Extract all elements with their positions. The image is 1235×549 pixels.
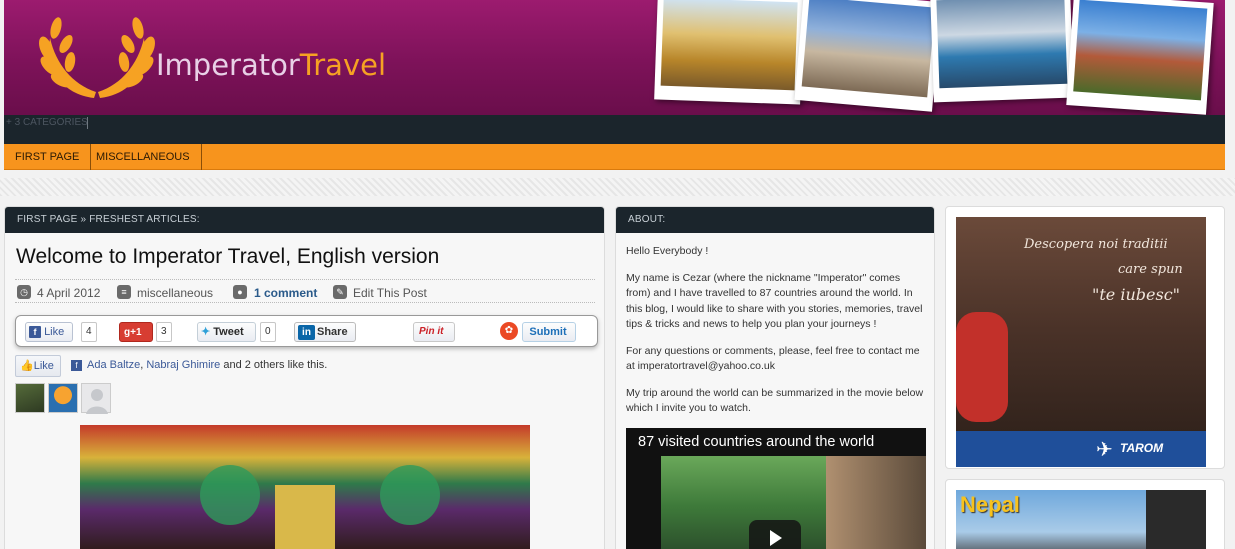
play-button[interactable] xyxy=(749,520,801,549)
tarom-ad-tagline-2: care spun xyxy=(1118,262,1183,277)
site-logo[interactable]: ImperatorTravel xyxy=(32,14,452,104)
post-title[interactable]: Welcome to Imperator Travel, English ver… xyxy=(16,245,439,269)
facebook-small-icon: f xyxy=(71,360,82,371)
post-comments-link[interactable]: 1 comment xyxy=(254,286,317,300)
liker-link-ada[interactable]: Ada Baltze xyxy=(87,359,140,371)
post-category[interactable]: miscellaneous xyxy=(137,286,213,300)
site-logo-text: ImperatorTravel xyxy=(156,48,386,82)
google-plus-button[interactable]: g+1 xyxy=(119,322,153,342)
logo-text-accent: Travel xyxy=(299,48,387,82)
stumbleupon-submit-button[interactable]: Submit xyxy=(522,322,576,342)
tweet-button[interactable]: ✦ Tweet xyxy=(197,322,256,342)
header-photo-temple xyxy=(654,0,804,105)
header-photo-town xyxy=(794,0,942,112)
laurel-wreath-icon xyxy=(39,17,155,98)
twitter-bird-icon: ✦ xyxy=(201,326,211,338)
default-avatar-icon xyxy=(86,389,108,414)
facebook-like-small-button[interactable]: 👍Like xyxy=(15,355,61,377)
category-bar: + 3 CATEGORIES xyxy=(4,115,1225,144)
about-paragraph: My name is Cezar (where the nickname "Im… xyxy=(626,271,923,331)
video-title[interactable]: 87 visited countries around the world xyxy=(638,434,874,450)
post-meta: ◷ 4 April 2012 ≡ miscellaneous ● 1 comme… xyxy=(15,279,595,303)
about-paragraph: My trip around the world can be summariz… xyxy=(626,386,924,415)
tarom-ad-tagline-3: "te iubesc" xyxy=(1092,285,1181,304)
tweet-count: 0 xyxy=(260,322,276,342)
avatar[interactable] xyxy=(48,383,78,413)
stumbleupon-icon: ✿ xyxy=(500,322,518,340)
tarom-ad-image: Descopera noi traditii care spun "te iub… xyxy=(956,217,1206,467)
comments-icon: ● xyxy=(233,285,247,299)
padlock-image xyxy=(956,312,1008,422)
facebook-icon: f xyxy=(29,326,41,338)
main-menu: FIRST PAGE MISCELLANEOUS xyxy=(4,144,1225,170)
linkedin-icon: in xyxy=(298,325,315,340)
share-bar: f Like 4 g+1 3 ✦ Tweet 0 in Share Pin it … xyxy=(15,315,598,347)
avatar[interactable] xyxy=(15,383,45,413)
linkedin-share-label: Share xyxy=(317,326,348,338)
tarom-brand: TAROM xyxy=(1120,441,1164,455)
page: ImperatorTravel + 3 CATEGORIES FIRST PAG… xyxy=(0,0,1235,549)
category-icon: ≡ xyxy=(117,285,131,299)
logo-text-main: Imperator xyxy=(156,48,300,82)
tarom-ad-tagline-1: Descopera noi traditii xyxy=(1024,237,1168,252)
likers-text: Ada Baltze, Nabraj Ghimire and 2 others … xyxy=(87,359,327,371)
liker-link-nabraj[interactable]: Nabraj Ghimire xyxy=(146,359,220,371)
about-text: Hello Everybody ! My name is Cezar (wher… xyxy=(626,244,926,428)
about-paragraph: Hello Everybody ! xyxy=(626,245,709,257)
divider-stripe xyxy=(0,178,1235,196)
about-column: ABOUT: Hello Everybody ! My name is Ceza… xyxy=(615,206,935,549)
tarom-ad[interactable]: Descopera noi traditii care spun "te iub… xyxy=(945,206,1225,469)
google-plus-count: 3 xyxy=(156,322,172,342)
linkedin-share-button[interactable]: in Share xyxy=(294,322,356,342)
site-header: ImperatorTravel xyxy=(4,0,1225,115)
video-thumbnail xyxy=(661,456,826,549)
facebook-like-count: 4 xyxy=(81,322,97,342)
thumbs-up-icon: 👍 xyxy=(20,360,34,372)
video-thumbnail-side xyxy=(826,456,926,549)
play-icon xyxy=(770,530,782,546)
main-column: FIRST PAGE » FRESHEST ARTICLES: Welcome … xyxy=(4,206,605,549)
edit-post-link[interactable]: Edit This Post xyxy=(353,286,427,300)
nepal-ad-title: Nepal xyxy=(960,492,1020,517)
about-heading: ABOUT: xyxy=(616,207,934,233)
about-paragraph: For any questions or comments, please, f… xyxy=(626,344,920,373)
tarom-plane-icon: ✈ xyxy=(1096,439,1113,461)
header-photo-waterfall xyxy=(930,0,1074,103)
nepal-ad-dark-area xyxy=(1146,490,1206,549)
menu-item-first-page[interactable]: FIRST PAGE xyxy=(4,144,92,170)
likers-rest: and 2 others like this. xyxy=(220,359,328,371)
facebook-like-label: Like xyxy=(44,326,65,338)
clock-icon: ◷ xyxy=(17,285,31,299)
google-plus-label: +1 xyxy=(130,327,142,338)
nepal-ad[interactable]: Nepal xyxy=(945,479,1225,549)
avatar[interactable] xyxy=(81,383,111,414)
text-cursor xyxy=(87,117,88,129)
like-small-label: Like xyxy=(33,360,54,372)
header-photo-kasbah xyxy=(1066,0,1214,115)
breadcrumb: FIRST PAGE » FRESHEST ARTICLES: xyxy=(5,207,604,233)
pinterest-pin-button[interactable]: Pin it xyxy=(413,322,455,342)
menu-item-miscellaneous[interactable]: MISCELLANEOUS xyxy=(85,144,202,170)
nepal-ad-image: Nepal xyxy=(956,490,1206,549)
post-date: 4 April 2012 xyxy=(37,286,101,300)
facebook-like-button[interactable]: f Like xyxy=(25,322,73,342)
categories-toggle[interactable]: + 3 CATEGORIES xyxy=(6,117,88,128)
post-image[interactable] xyxy=(80,425,530,549)
video-player[interactable]: 87 visited countries around the world xyxy=(626,428,926,549)
tarom-ad-footer: ✈ TAROM xyxy=(956,431,1206,467)
edit-icon: ✎ xyxy=(333,285,347,299)
tweet-label: Tweet xyxy=(213,326,244,338)
